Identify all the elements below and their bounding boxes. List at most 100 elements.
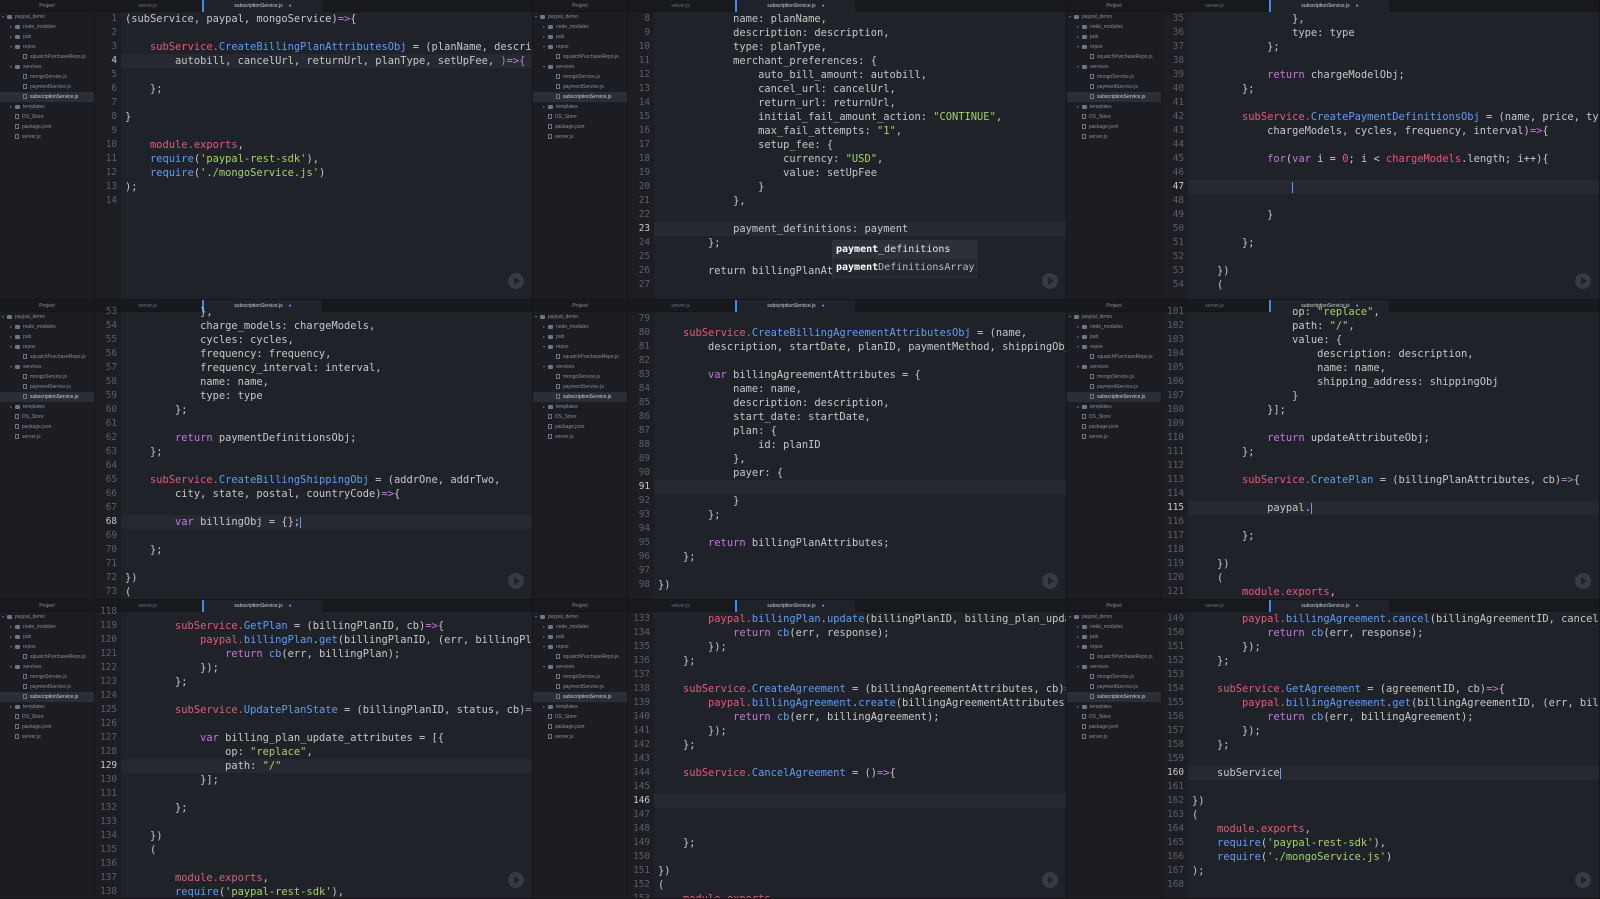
tree-folder[interactable]: ▾ repos [0, 642, 94, 652]
tree-folder[interactable]: ▾ repos [1067, 42, 1161, 52]
tree-file[interactable]: DS_Store [533, 112, 627, 122]
tree-file[interactable]: subscriptionService.js [0, 692, 94, 702]
tree-file[interactable]: package.json [1067, 722, 1161, 732]
play-button[interactable] [1575, 573, 1591, 589]
tab-subscription-service[interactable]: subscriptionService.js ● [735, 0, 855, 12]
tree-file[interactable]: package.json [1067, 422, 1161, 432]
tree-folder[interactable]: ▸ templates [1067, 702, 1161, 712]
tree-file[interactable]: package.json [0, 122, 94, 132]
play-button[interactable] [1575, 872, 1591, 888]
code-editor[interactable]: server.js subscriptionService.js ● 35 }, 36 … [1162, 0, 1599, 299]
code-editor[interactable]: server.js subscriptionService.js ● 1 (subSer… [95, 0, 532, 299]
code-editor[interactable]: server.js subscriptionService.js ● 8 name: … [628, 0, 1066, 299]
tree-folder[interactable]: ▸ pub [533, 332, 627, 342]
tree-file[interactable]: mongoService.js [0, 372, 94, 382]
tree-file[interactable]: paymentService.js [1067, 82, 1161, 92]
tree-file[interactable]: package.json [533, 722, 627, 732]
tab-subscription-service[interactable]: subscriptionService.js ● [735, 600, 855, 612]
tree-file[interactable]: mongoService.js [1067, 672, 1161, 682]
code-editor[interactable]: server.js subscriptionService.js ● 133 payp… [628, 600, 1066, 898]
tree-folder[interactable]: ▾ services [1067, 362, 1161, 372]
tree-folder[interactable]: ▾ repos [1067, 342, 1161, 352]
tree-file[interactable]: DS_Store [0, 712, 94, 722]
tree-folder[interactable]: ▾ services [533, 362, 627, 372]
tree-file[interactable]: mongoService.js [533, 672, 627, 682]
tree-file[interactable]: paymentService.js [533, 682, 627, 692]
play-button[interactable] [1575, 273, 1591, 289]
tree-file[interactable]: server.js [0, 432, 94, 442]
tree-folder[interactable]: ▾ paypal_demo [0, 12, 94, 22]
play-button[interactable] [508, 273, 524, 289]
tree-folder[interactable]: ▸ templates [0, 402, 94, 412]
tree-folder[interactable]: ▸ templates [533, 702, 627, 712]
tree-file[interactable]: server.js [533, 132, 627, 142]
code-area[interactable]: 1 (subService, paypal, mongoService)=>{2 3… [106, 12, 532, 299]
play-button[interactable] [508, 573, 524, 589]
tree-folder[interactable]: ▾ paypal_demo [533, 12, 627, 22]
code-area[interactable]: 149 paypal.billingAgreement.cancel(billi… [1167, 612, 1599, 898]
tree-folder[interactable]: ▾ paypal_demo [1067, 12, 1161, 22]
tree-folder[interactable]: ▸ node_modules [533, 22, 627, 32]
tree-file[interactable]: paymentService.js [0, 82, 94, 92]
tree-folder[interactable]: ▾ services [0, 62, 94, 72]
tree-folder[interactable]: ▾ paypal_demo [533, 312, 627, 322]
tree-file[interactable]: DS_Store [1067, 712, 1161, 722]
tree-file[interactable]: squatchPurchaseRepo.js [533, 352, 627, 362]
tree-folder[interactable]: ▾ repos [533, 642, 627, 652]
code-editor[interactable]: server.js subscriptionService.js ● 149 payp… [1162, 600, 1599, 898]
tree-folder[interactable]: ▾ repos [0, 342, 94, 352]
tree-file[interactable]: package.json [0, 722, 94, 732]
tree-file[interactable]: subscriptionService.js [0, 92, 94, 102]
tree-folder[interactable]: ▸ node_modules [0, 322, 94, 332]
tree-file[interactable]: DS_Store [1067, 412, 1161, 422]
tree-file[interactable]: mongoService.js [1067, 72, 1161, 82]
tree-folder[interactable]: ▸ pub [1067, 632, 1161, 642]
tree-file[interactable]: subscriptionService.js [533, 392, 627, 402]
tree-file[interactable]: subscriptionService.js [1067, 692, 1161, 702]
tree-file[interactable]: mongoService.js [0, 72, 94, 82]
tree-folder[interactable]: ▾ services [1067, 62, 1161, 72]
tree-file[interactable]: package.json [0, 422, 94, 432]
tree-folder[interactable]: ▸ node_modules [533, 622, 627, 632]
code-editor[interactable]: server.js subscriptionService.js ● 79 80 sub… [628, 300, 1066, 599]
tree-file[interactable]: DS_Store [533, 712, 627, 722]
tree-file[interactable]: paymentService.js [533, 382, 627, 392]
tree-file[interactable]: server.js [0, 132, 94, 142]
tree-folder[interactable]: ▸ templates [0, 702, 94, 712]
tree-file[interactable]: squatchPurchaseRepo.js [1067, 652, 1161, 662]
tree-folder[interactable]: ▸ pub [533, 632, 627, 642]
tree-folder[interactable]: ▾ paypal_demo [533, 612, 627, 622]
code-area[interactable]: 118 119 subService.GetPlan = (billingPlan… [100, 606, 532, 898]
tree-folder[interactable]: ▾ services [0, 362, 94, 372]
tree-folder[interactable]: ▸ pub [533, 32, 627, 42]
autocomplete-item[interactable]: payment_definitions [833, 241, 976, 259]
tab-subscription-service[interactable]: subscriptionService.js ● [202, 0, 322, 12]
tree-folder[interactable]: ▸ templates [1067, 102, 1161, 112]
tree-file[interactable]: server.js [533, 432, 627, 442]
tree-folder[interactable]: ▾ paypal_demo [1067, 312, 1161, 322]
tab-subscription-service[interactable]: subscriptionService.js ● [1269, 600, 1389, 612]
tree-folder[interactable]: ▸ pub [0, 32, 94, 42]
tree-folder[interactable]: ▾ repos [0, 42, 94, 52]
tree-file[interactable]: paymentService.js [1067, 382, 1161, 392]
tree-file[interactable]: subscriptionService.js [533, 92, 627, 102]
tree-file[interactable]: squatchPurchaseRepo.js [533, 652, 627, 662]
play-button[interactable] [1042, 273, 1058, 289]
tree-folder[interactable]: ▾ services [1067, 662, 1161, 672]
tree-folder[interactable]: ▸ templates [0, 102, 94, 112]
tree-folder[interactable]: ▸ node_modules [1067, 622, 1161, 632]
tree-folder[interactable]: ▸ pub [1067, 332, 1161, 342]
tree-file[interactable]: DS_Store [1067, 112, 1161, 122]
tab-server-js[interactable]: server.js [628, 600, 733, 612]
tab-subscription-service[interactable]: subscriptionService.js ● [735, 300, 855, 312]
tree-file[interactable]: mongoService.js [0, 672, 94, 682]
tab-subscription-service[interactable]: subscriptionService.js ● [1269, 0, 1389, 12]
tree-folder[interactable]: ▸ node_modules [1067, 22, 1161, 32]
tab-server-js[interactable]: server.js [628, 0, 733, 12]
tree-file[interactable]: paymentService.js [1067, 682, 1161, 692]
tree-file[interactable]: DS_Store [533, 412, 627, 422]
tree-folder[interactable]: ▾ services [533, 662, 627, 672]
code-area[interactable]: 133 paypal.billingPlan.update(billingPla… [633, 612, 1066, 898]
tree-folder[interactable]: ▾ paypal_demo [0, 312, 94, 322]
tree-file[interactable]: server.js [533, 732, 627, 742]
